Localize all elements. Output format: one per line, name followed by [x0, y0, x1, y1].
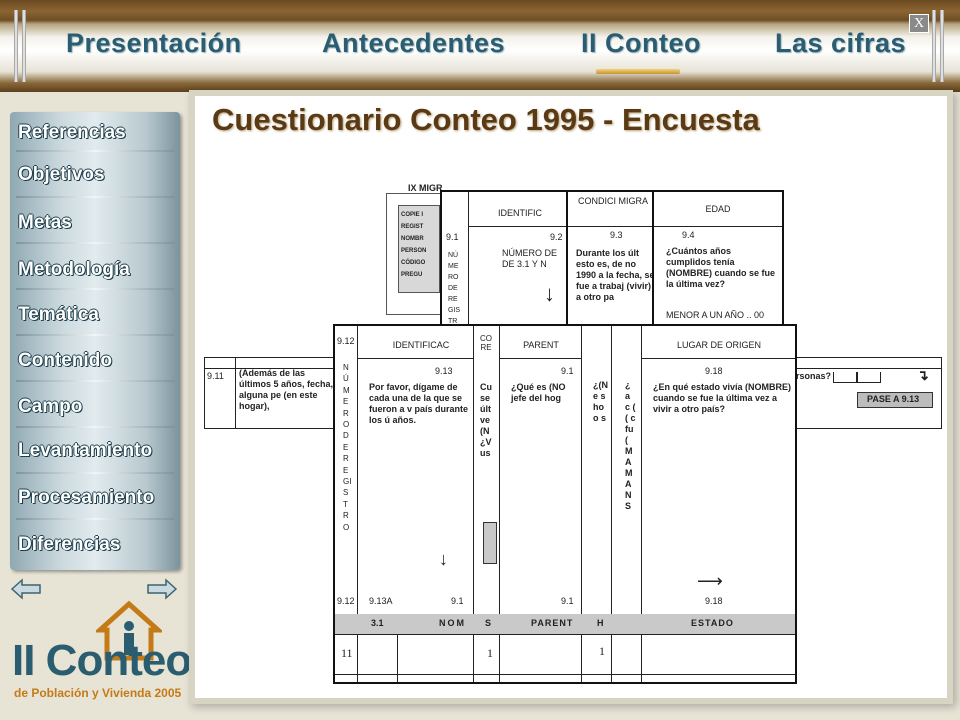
nav-antecedentes[interactable]: Antecedentes [322, 28, 505, 59]
nav-ii-conteo[interactable]: II Conteo [581, 28, 701, 59]
menu-divider [16, 150, 174, 152]
menu-divider [16, 288, 174, 290]
sidebar-item-contenido[interactable]: Contenido [18, 350, 112, 372]
instructions-box: COPIE I REGIST NOMBR PERSON CÓDIGO PREGU [398, 205, 440, 293]
nav-las-cifras[interactable]: Las cifras [775, 28, 906, 59]
menu-divider [16, 196, 174, 198]
sidebar-item-campo[interactable]: Campo [18, 396, 82, 418]
question-text: (Además de las últimos 5 años, fecha, al… [239, 368, 334, 411]
next-arrow-icon[interactable] [146, 578, 178, 600]
code-box [483, 522, 497, 564]
answer-box [857, 372, 881, 383]
left-rail-decoration [22, 10, 26, 82]
question-number: 9.11 [207, 371, 224, 381]
menu-divider [16, 518, 174, 520]
vertical-label: NÚMERO DE REGISTRO [343, 363, 352, 532]
sheet-identificacion: 9.1 NÚMERO DE REGISTRO IDENTIFIC 9.2 NÚM… [440, 190, 570, 336]
right-arrow-icon: ⟶ [697, 571, 723, 591]
redirect-arrow-icon: ↴ [917, 367, 929, 383]
answer-box [833, 372, 857, 383]
sidebar-item-metodologia[interactable]: Metodología [18, 259, 130, 281]
page-title: Cuestionario Conteo 1995 - Encuesta [212, 102, 760, 137]
nav-presentacion[interactable]: Presentación [66, 28, 242, 59]
right-rail-decoration [940, 10, 944, 82]
questionnaire-front-page: 9.12 NÚMERO DE REGISTRO 9.12 IDENTIFICAC… [333, 324, 797, 684]
sheet-edad: EDAD 9.4 ¿Cuántos años cumplidos tenía (… [652, 190, 784, 330]
top-navigation-bar: Presentación Antecedentes II Conteo Las … [0, 0, 960, 92]
menu-divider [16, 472, 174, 474]
sidebar-item-objetivos[interactable]: Objetivos [18, 164, 105, 186]
close-button[interactable]: X [909, 14, 929, 33]
menu-divider [16, 334, 174, 336]
menu-divider [16, 380, 174, 382]
right-rail-decoration [932, 10, 936, 82]
menu-divider [16, 242, 174, 244]
logo-title: II Conteo [12, 636, 192, 685]
left-rail-decoration [14, 10, 18, 82]
row-number: 11 [341, 646, 353, 660]
down-arrow-icon: ↓ [544, 281, 555, 306]
sidebar-item-levantamiento[interactable]: Levantamiento [18, 440, 152, 462]
sidebar-item-referencias[interactable]: Referencias [18, 122, 126, 144]
down-arrow-icon: ↓ [439, 549, 448, 569]
logo-subtitle: de Población y Vivienda 2005 [14, 686, 182, 700]
menu-divider [16, 426, 174, 428]
sidebar-item-diferencias[interactable]: Diferencias [18, 534, 120, 556]
previous-arrow-icon[interactable] [10, 578, 42, 600]
active-nav-indicator [596, 69, 680, 74]
pase-label: PASE A 9.13 [867, 394, 920, 404]
sidebar-item-procesamiento[interactable]: Procesamiento [18, 487, 154, 509]
question-text-tail: ersonas? [791, 371, 832, 381]
sidebar-item-tematica[interactable]: Temática [18, 304, 99, 326]
sidebar-menu: Referencias Objetivos Metas Metodología … [10, 112, 180, 570]
sheet-condicion: CONDICI MIGRA 9.3 Durante los últ esto e… [566, 190, 658, 330]
sidebar-item-metas[interactable]: Metas [18, 212, 72, 234]
